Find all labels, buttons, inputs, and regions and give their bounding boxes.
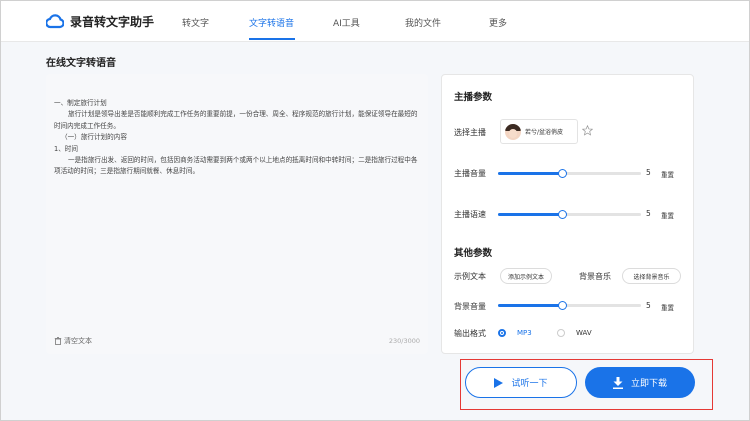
format-label-mp3: MP3 [517, 329, 532, 337]
page-title: 在线文字转语音 [46, 58, 116, 69]
volume-slider[interactable] [498, 169, 641, 178]
editor-content[interactable]: 一、制定旅行计划 旅行计划是领导出差是否能顺利完成工作任务的重要前提，一份合理、… [54, 98, 424, 178]
char-count: 230/3000 [388, 337, 420, 345]
anchor-section-title: 主播参数 [454, 92, 493, 103]
bg-volume-reset-button[interactable]: 重置 [661, 302, 674, 312]
nav-item-my-files[interactable]: 我的文件 [405, 16, 441, 29]
add-sample-text-button[interactable]: 添加示例文本 [500, 268, 552, 284]
format-radio-mp3[interactable] [498, 329, 506, 337]
download-button[interactable]: 立即下载 [585, 367, 695, 398]
settings-panel: 主播参数 选择主播 若兮/盆浴俏皮 主播音量 5 重置 主播语速 5 重置 其他… [441, 74, 694, 354]
volume-label: 主播音量 [454, 169, 486, 178]
speed-slider[interactable] [498, 210, 641, 219]
bg-volume-value: 5 [646, 301, 651, 310]
speed-value: 5 [646, 209, 651, 218]
trash-icon [54, 337, 62, 345]
anchor-selector[interactable]: 若兮/盆浴俏皮 [500, 119, 578, 144]
slider-handle[interactable] [557, 210, 567, 219]
editor-paragraph: 一、制定旅行计划 [54, 99, 107, 107]
volume-value: 5 [646, 168, 651, 177]
editor-paragraph: 1、时间 [54, 144, 78, 153]
slider-fill [498, 213, 563, 216]
active-nav-underline [249, 38, 295, 40]
volume-reset-button[interactable]: 重置 [661, 169, 674, 179]
editor-paragraph: 一是指旅行出发、返回的时间，包括因商务活动需要到两个或两个以上地点的抵离时间和中… [54, 156, 418, 176]
speed-reset-button[interactable]: 重置 [661, 210, 674, 220]
bg-volume-slider[interactable] [498, 301, 641, 310]
editor-paragraph: 旅行计划是领导出差是否能顺利完成工作任务的重要前提，一份合理、周全、程序规范的旅… [54, 110, 418, 130]
app-logo[interactable]: 录音转文字助手 [46, 12, 154, 30]
download-icon [612, 376, 623, 389]
text-editor[interactable]: 一、制定旅行计划 旅行计划是领导出差是否能顺利完成工作任务的重要前提，一份合理、… [46, 74, 428, 354]
download-label: 立即下载 [630, 379, 667, 389]
nav-item-ai-tools[interactable]: AI工具 [333, 16, 360, 29]
listen-button[interactable]: 试听一下 [465, 367, 577, 398]
play-icon [494, 377, 504, 388]
bg-music-label: 背景音乐 [579, 272, 611, 281]
other-section-title: 其他参数 [454, 248, 493, 259]
bg-volume-label: 背景音量 [454, 302, 486, 311]
format-radio-wav[interactable] [557, 329, 565, 337]
select-anchor-label: 选择主播 [454, 128, 486, 137]
cloud-logo-icon [46, 14, 64, 29]
anchor-avatar [505, 123, 521, 140]
clear-text-label: 清空文本 [64, 337, 92, 345]
slider-fill [498, 304, 563, 307]
nav-item-transcribe[interactable]: 转文字 [182, 16, 209, 29]
clear-text-button[interactable]: 清空文本 [54, 336, 92, 346]
listen-label: 试听一下 [511, 379, 548, 389]
select-bg-music-button[interactable]: 选择背景音乐 [622, 268, 681, 284]
slider-handle[interactable] [557, 169, 567, 178]
editor-paragraph: （一）旅行计划的内容 [61, 133, 127, 142]
app-name: 录音转文字助手 [70, 14, 155, 29]
nav-item-text-to-speech[interactable]: 文字转语音 [249, 16, 294, 29]
nav-item-more[interactable]: 更多 [489, 16, 507, 29]
format-label-wav: WAV [576, 329, 592, 337]
output-format-label: 输出格式 [454, 329, 486, 338]
slider-handle[interactable] [557, 301, 567, 310]
speed-label: 主播语速 [454, 210, 486, 219]
star-icon[interactable] [582, 125, 593, 136]
sample-text-label: 示例文本 [454, 272, 486, 281]
anchor-name: 若兮/盆浴俏皮 [525, 129, 564, 136]
top-header: 录音转文字助手 转文字 文字转语音 AI工具 我的文件 更多 [0, 0, 750, 42]
slider-fill [498, 172, 563, 175]
